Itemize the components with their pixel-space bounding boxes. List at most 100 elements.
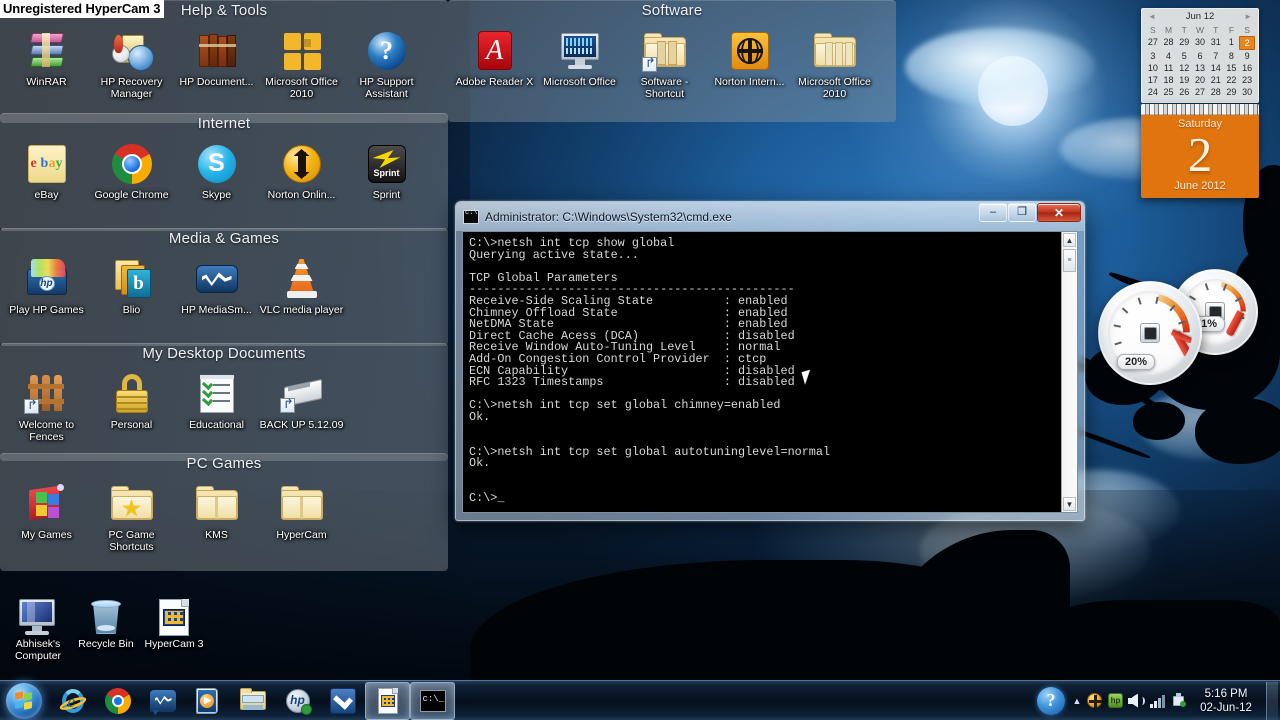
command-prompt-window[interactable]: Administrator: C:\Windows\System32\cmd.e… — [455, 201, 1085, 521]
calendar-day[interactable]: 6 — [1192, 50, 1208, 62]
volume-icon[interactable] — [1126, 682, 1147, 720]
fence-pc-games[interactable]: PC Games My Games PC Game Shortcuts KMS … — [0, 453, 448, 571]
calendar-day[interactable]: 15 — [1224, 62, 1240, 74]
calendar-day[interactable]: 30 — [1192, 36, 1208, 50]
window-titlebar[interactable]: Administrator: C:\Windows\System32\cmd.e… — [456, 202, 1084, 231]
hp-tray-icon[interactable]: hp — [1105, 682, 1126, 720]
desktop-icon-educational[interactable]: Educational — [174, 368, 259, 443]
fence-internet[interactable]: Internet e b a y eBay Google Chrome S Sk… — [0, 113, 448, 231]
desktop-icon-hp-documentation[interactable]: HP Document... — [174, 25, 259, 100]
fence-media-and-games[interactable]: Media & Games hp Play HP Games b Blio HP… — [0, 228, 448, 346]
desktop-icon-hypercam-folder[interactable]: HyperCam — [259, 478, 344, 553]
minimize-button[interactable]: – — [979, 203, 1007, 222]
calendar-day[interactable]: 23 — [1239, 74, 1255, 86]
desktop-icon-hp-support-assistant[interactable]: ? HP Support Assistant — [344, 25, 429, 100]
calendar-day[interactable]: 28 — [1208, 86, 1224, 98]
desktop-icon-blio[interactable]: b Blio — [89, 253, 174, 317]
calendar-day[interactable]: 7 — [1208, 50, 1224, 62]
desktop-icon-microsoft-office-2010[interactable]: Microsoft Office 2010 — [259, 25, 344, 100]
fence-help-and-tools[interactable]: Help & Tools WinRAR HP Recovery Manager — [0, 0, 448, 123]
show-desktop-button[interactable] — [1266, 681, 1278, 720]
desktop-icon-norton-online-backup[interactable]: Norton Onlin... — [259, 138, 344, 202]
calendar-day[interactable]: 27 — [1145, 36, 1161, 50]
calendar-day[interactable]: 18 — [1161, 74, 1177, 86]
console-area[interactable]: C:\>netsh int tcp show global Querying a… — [462, 231, 1078, 513]
desktop-icon-hp-recovery-manager[interactable]: HP Recovery Manager — [89, 25, 174, 100]
desktop-icon-recycle-bin[interactable]: Recycle Bin — [72, 595, 140, 662]
scroll-up-icon[interactable]: ▲ — [1063, 233, 1076, 247]
calendar-day[interactable]: 22 — [1224, 74, 1240, 86]
taskbar-item-hp[interactable]: hp — [275, 682, 320, 720]
desktop-icon-welcome-to-fences[interactable]: Welcome to Fences — [4, 368, 89, 443]
calendar-gadget[interactable]: ◄ Jun 12 ► S M T W T F S 27 28 29 30 31 1 2 3 4 5… — [1141, 8, 1259, 198]
taskbar-item-command-prompt[interactable]: c:\_ — [410, 681, 455, 720]
calendar-day[interactable]: 30 — [1239, 86, 1255, 98]
calendar-day[interactable]: 8 — [1224, 50, 1240, 62]
calendar-next-icon[interactable]: ► — [1244, 12, 1252, 21]
desktop-icon-skype[interactable]: S Skype — [174, 138, 259, 202]
taskbar-item-windows-explorer[interactable] — [230, 682, 275, 720]
desktop-icon-vlc-media-player[interactable]: VLC media player — [259, 253, 344, 317]
calendar-day[interactable]: 29 — [1176, 36, 1192, 50]
calendar-day[interactable]: 19 — [1176, 74, 1192, 86]
action-center-button[interactable]: ? — [1032, 682, 1070, 720]
calendar-day[interactable]: 29 — [1224, 86, 1240, 98]
desktop-icon-kms[interactable]: KMS — [174, 478, 259, 553]
clock[interactable]: 5:16 PM 02-Jun-12 — [1189, 687, 1263, 715]
desktop-icon-personal[interactable]: Personal — [89, 368, 174, 443]
taskbar-item-internet-explorer[interactable]: e — [50, 682, 95, 720]
calendar-day[interactable]: 20 — [1192, 74, 1208, 86]
calendar-day[interactable]: 4 — [1161, 50, 1177, 62]
desktop-icon-my-games[interactable]: My Games — [4, 478, 89, 553]
desktop-icon-play-hp-games[interactable]: hp Play HP Games — [4, 253, 89, 317]
calendar-day[interactable]: 11 — [1161, 62, 1177, 74]
calendar-day-view[interactable]: Saturday 2 June 2012 — [1141, 104, 1259, 198]
start-button[interactable] — [2, 682, 46, 720]
desktop-icon-hypercam-3[interactable]: HyperCam 3 — [140, 595, 208, 662]
console-scrollbar[interactable]: ▲ ≡ ▼ — [1061, 232, 1077, 512]
desktop-icon-computer[interactable]: Abhisek's Computer — [4, 595, 72, 662]
desktop-icon-hp-mediasmart[interactable]: HP MediaSm... — [174, 253, 259, 317]
calendar-day[interactable]: 5 — [1176, 50, 1192, 62]
calendar-day[interactable]: 25 — [1161, 86, 1177, 98]
taskbar-item-google-chrome[interactable] — [95, 682, 140, 720]
calendar-day[interactable]: 13 — [1192, 62, 1208, 74]
taskbar-item-windows-media-player[interactable] — [185, 682, 230, 720]
calendar-day[interactable]: 12 — [1176, 62, 1192, 74]
norton-tray-icon[interactable] — [1084, 682, 1105, 720]
calendar-day[interactable]: 16 — [1239, 62, 1255, 74]
calendar-month-view[interactable]: ◄ Jun 12 ► S M T W T F S 27 28 29 30 31 1 2 3 4 5… — [1141, 8, 1259, 103]
calendar-day[interactable]: 26 — [1176, 86, 1192, 98]
calendar-day[interactable]: 28 — [1161, 36, 1177, 50]
fence-software[interactable]: Software A Adobe Reader X Microsoft Offi… — [448, 0, 896, 122]
fence-my-desktop-documents[interactable]: My Desktop Documents Welcome to Fences P… — [0, 343, 448, 461]
taskbar-item-norton[interactable] — [320, 682, 365, 720]
safely-remove-icon[interactable] — [1168, 682, 1189, 720]
calendar-day[interactable]: 17 — [1145, 74, 1161, 86]
calendar-day[interactable]: 31 — [1208, 36, 1224, 50]
calendar-day[interactable]: 9 — [1239, 50, 1255, 62]
desktop-icon-winrar[interactable]: WinRAR — [4, 25, 89, 100]
desktop-icon-google-chrome[interactable]: Google Chrome — [89, 138, 174, 202]
network-icon[interactable] — [1147, 682, 1168, 720]
show-hidden-icons-button[interactable]: ▲ — [1070, 682, 1084, 720]
calendar-day[interactable]: 3 — [1145, 50, 1161, 62]
scrollbar-thumb[interactable]: ≡ — [1063, 249, 1076, 272]
desktop-icon-sprint[interactable]: Sprint Sprint — [344, 138, 429, 202]
maximize-button[interactable]: ❐ — [1008, 203, 1036, 222]
scroll-down-icon[interactable]: ▼ — [1063, 497, 1076, 511]
taskbar[interactable]: e hp c:\_ ? ▲ hp 5:16 PM 02-Jun-12 — [0, 680, 1280, 720]
calendar-day[interactable]: 27 — [1192, 86, 1208, 98]
calendar-day[interactable]: 21 — [1208, 74, 1224, 86]
desktop-icon-microsoft-office-2010-folder[interactable]: Microsoft Office 2010 — [792, 25, 877, 100]
desktop-icon-backup-drive[interactable]: BACK UP 5.12.09 — [259, 368, 344, 443]
calendar-prev-icon[interactable]: ◄ — [1148, 12, 1156, 21]
calendar-day[interactable]: 24 — [1145, 86, 1161, 98]
desktop-icon-software-shortcut[interactable]: Software - Shortcut — [622, 25, 707, 100]
calendar-days-grid[interactable]: 27 28 29 30 31 1 2 3 4 5 6 7 8 9 10 11 12 13 14 15 16 17 18 19 2… — [1145, 36, 1255, 98]
desktop-icon-norton-internet-security[interactable]: Norton Intern... — [707, 25, 792, 100]
calendar-day[interactable]: 1 — [1224, 36, 1240, 50]
calendar-day[interactable]: 10 — [1145, 62, 1161, 74]
taskbar-item-hp-mediasmart[interactable] — [140, 682, 185, 720]
desktop-icon-adobe-reader-x[interactable]: A Adobe Reader X — [452, 25, 537, 100]
